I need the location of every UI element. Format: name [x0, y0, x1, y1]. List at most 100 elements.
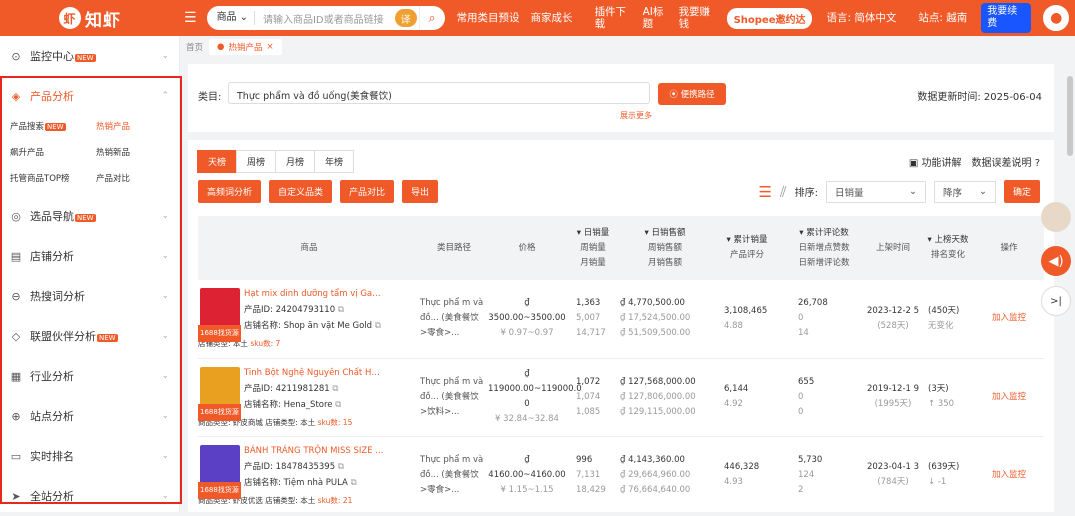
language-select[interactable]: 语言: 简体中文 — [826, 12, 896, 24]
product-title-link[interactable]: BÁNH TRÁNG TRỘN MISS SIZE ... — [244, 443, 384, 459]
tab-yearly[interactable]: 年榜 — [314, 150, 355, 173]
nav-merchant-growth[interactable]: 商家成长 — [531, 12, 583, 24]
path-button[interactable]: ⦿ 便携路径 — [658, 83, 726, 105]
breadcrumb-home[interactable]: 首页 — [186, 41, 203, 53]
sort-order-select[interactable]: 降序 ⌄ — [933, 180, 996, 203]
col-sales[interactable]: ▾ 日销量 周销量 月销量 — [566, 216, 620, 280]
list-view-icon[interactable]: ☰ — [758, 183, 771, 201]
confirm-button[interactable]: 确定 — [1003, 180, 1040, 203]
new-reviews: 0 — [798, 406, 804, 417]
cell-price: ₫ 3500.00~3500.00 ¥ 0.97~0.97 — [488, 280, 566, 359]
shopee-invite-button[interactable]: Shopee邀约达 — [726, 7, 813, 29]
link-icon[interactable]: ⧉ — [335, 400, 341, 410]
link-icon[interactable]: ⧉ — [351, 478, 357, 488]
search-icon[interactable]: ⌕ — [418, 6, 445, 30]
sidebar-item-product-analysis[interactable]: ◈ 产品分析 ⌃ — [0, 76, 179, 116]
feature-explain-link[interactable]: ▣ 功能讲解 — [909, 154, 962, 169]
nav-earn-money[interactable]: 我要赚钱 — [679, 6, 713, 30]
col-revenue[interactable]: ▾ 日销售额 周销售额 月销售额 — [620, 216, 710, 280]
submenu-product-compare[interactable]: 产品对比 — [96, 172, 182, 184]
sku-count: sku数: 15 — [317, 417, 353, 427]
submenu-hosted-top[interactable]: 托管商品TOP榜 — [10, 172, 96, 184]
assistant-avatar[interactable] — [1041, 202, 1071, 232]
source-tag[interactable]: 1688找货源 — [198, 481, 241, 499]
keyword-analysis-button[interactable]: 高频词分析 — [198, 180, 262, 203]
tab-weekly[interactable]: 周榜 — [236, 150, 277, 173]
avatar[interactable]: ● — [1043, 5, 1070, 31]
sidebar-item-selection-nav[interactable]: ◎ 选品导航 NEW ⌄ — [0, 196, 179, 236]
col-rank-days[interactable]: ▾ 上榜天数 排名变化 — [922, 216, 974, 280]
submenu-hot-products[interactable]: 热销产品 — [96, 120, 182, 132]
price-currency: ₫ — [524, 298, 530, 309]
monthly-revenue: ₫ 76,664,640.00 — [620, 484, 691, 495]
search-input[interactable]: 请输入商品ID或者商品链接 — [255, 11, 395, 26]
show-more-link[interactable]: 展示更多 — [620, 110, 652, 121]
total-reviews: 26,708 — [798, 298, 828, 309]
col-total-sales[interactable]: ▾ 累计销量 产品评分 — [710, 216, 784, 280]
shop-name[interactable]: Shop ăn vặt Me Gold — [284, 321, 372, 331]
data-error-link[interactable]: 数据误差说明 ? — [972, 154, 1041, 169]
source-tag[interactable]: 1688找货源 — [198, 403, 241, 421]
monthly-revenue: ₫ 129,115,000.00 — [620, 406, 696, 417]
category-label: 类目: — [198, 92, 222, 103]
add-monitor-link[interactable]: 加入监控 — [992, 392, 1026, 402]
submenu-rising-products[interactable]: 飙升产品 — [10, 146, 96, 158]
product-image[interactable]: 1688找货源 — [198, 444, 241, 499]
sidebar-item-site[interactable]: ⊕ 站点分析 ⌄ — [0, 396, 179, 436]
nav-plugin-download[interactable]: 插件下载 — [595, 6, 631, 30]
sidebar-item-monitor[interactable]: ⊙ 监控中心 NEW ⌄ — [0, 36, 179, 76]
new-badge: NEW — [45, 123, 66, 131]
add-monitor-link[interactable]: 加入监控 — [992, 470, 1026, 480]
menu-icon[interactable]: ☰ — [184, 10, 197, 26]
copy-icon[interactable]: ⧉ — [338, 462, 344, 472]
source-tag[interactable]: 1688找货源 — [198, 325, 241, 343]
export-button[interactable]: 导出 — [402, 180, 439, 203]
sidebar-item-industry[interactable]: ▦ 行业分析 ⌄ — [0, 356, 179, 396]
close-icon[interactable]: × — [266, 42, 273, 52]
tab-hot-products[interactable]: ● 热销产品 × — [209, 39, 282, 55]
copy-icon[interactable]: ⧉ — [332, 384, 338, 394]
nav-category-preset[interactable]: 常用类目预设 — [457, 12, 520, 24]
translate-button[interactable]: 译 — [394, 9, 417, 27]
sort-order-value: 降序 — [942, 187, 962, 199]
category-field[interactable]: Thực phẩm và đồ uống(美食餐饮) — [228, 82, 650, 104]
sidebar-item-site-wide[interactable]: ➤ 全站分析 ⌄ — [0, 476, 179, 516]
submenu-hot-new-products[interactable]: 热销新品 — [96, 146, 182, 158]
tab-monthly[interactable]: 月榜 — [275, 150, 316, 173]
compare-button[interactable]: 产品对比 — [340, 180, 395, 203]
shop-name[interactable]: Hena_Store — [284, 400, 333, 410]
speaker-icon[interactable]: ◀) — [1041, 246, 1071, 276]
sidebar-item-ranking[interactable]: ▭ 实时排名 ⌄ — [0, 436, 179, 476]
col-reviews[interactable]: ▾ 累计评论数 日新增点赞数 日新增评论数 — [784, 216, 864, 280]
sidebar: ⊙ 监控中心 NEW ⌄ ◈ 产品分析 ⌃ 产品搜索 NEW 热销产品 飙升产品 热销新品 … — [0, 36, 180, 512]
renew-button[interactable]: 我要续费 — [981, 3, 1032, 33]
sidebar-item-affiliate[interactable]: ◇ 联盟伙伴分析 NEW ⌄ — [0, 316, 179, 356]
new-reviews: 14 — [798, 328, 809, 339]
product-id: 18478435395 — [275, 461, 336, 472]
product-title-link[interactable]: Hạt mix dinh dưỡng tẩm vị Gan Yu... — [244, 286, 384, 302]
tab-daily[interactable]: 天榜 — [197, 150, 238, 173]
add-monitor-link[interactable]: 加入监控 — [992, 313, 1026, 323]
price-currency: ₫ — [524, 454, 530, 465]
shop-name[interactable]: Tiệm nhà PULA — [284, 478, 348, 488]
logo[interactable]: 虾知虾 — [0, 0, 180, 36]
sort-label: 排序: — [794, 188, 818, 199]
submenu-product-search[interactable]: 产品搜索 NEW — [10, 120, 96, 132]
collapse-icon[interactable]: >| — [1041, 286, 1071, 316]
cell-date: 2019-12-1 9 (1995天) — [864, 358, 922, 437]
chart-view-icon[interactable]: ⫽ — [780, 183, 787, 201]
link-icon[interactable]: ⧉ — [375, 321, 381, 331]
sidebar-item-hot-keywords[interactable]: ⊖ 热搜词分析 ⌄ — [0, 276, 179, 316]
search-type-select[interactable]: 商品 ⌄ — [207, 11, 255, 25]
custom-category-button[interactable]: 自定义品类 — [269, 180, 333, 203]
nav-ai-title[interactable]: AI标题 — [643, 6, 667, 30]
product-image[interactable]: 1688找货源 — [198, 288, 241, 343]
scrollbar[interactable] — [1067, 76, 1073, 156]
search-type-label: 商品 — [216, 12, 237, 23]
sort-field-select[interactable]: 日销量 ⌄ — [825, 180, 926, 203]
product-title-link[interactable]: Tinh Bột Nghệ Nguyên Chất Hena ... — [244, 365, 384, 381]
copy-icon[interactable]: ⧉ — [338, 305, 344, 315]
product-image[interactable]: 1688找货源 — [198, 366, 241, 421]
sidebar-item-store[interactable]: ▤ 店铺分析 ⌄ — [0, 236, 179, 276]
site-select[interactable]: 站点: 越南 — [918, 12, 967, 24]
